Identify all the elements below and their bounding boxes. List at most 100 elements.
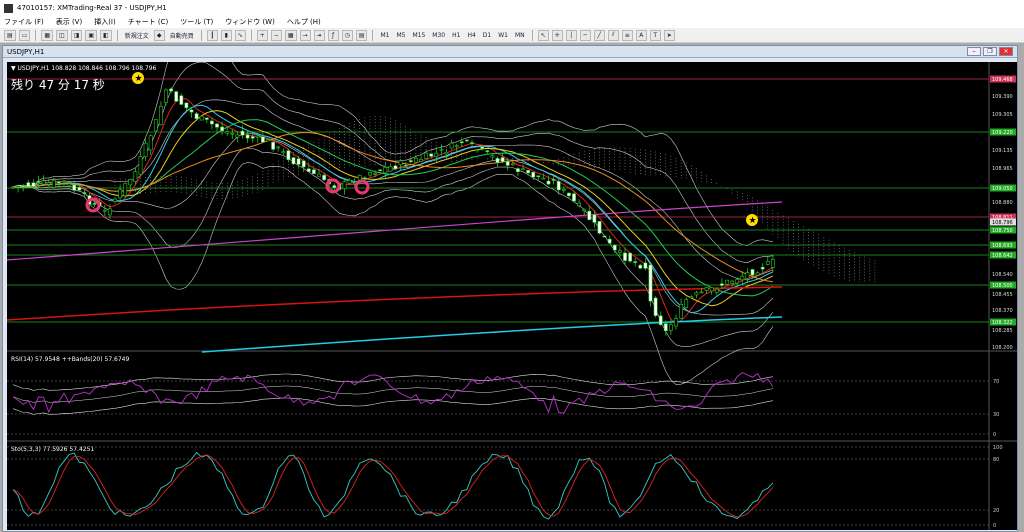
candle-body — [663, 323, 668, 332]
menu-help[interactable]: ヘルプ (H) — [287, 17, 321, 27]
tf-m15[interactable]: M15 — [410, 30, 427, 41]
menu-bar: ファイル (F) 表示 (V) 挿入(I) チャート (C) ツール (T) ウ… — [0, 16, 1024, 28]
candle-body — [674, 318, 678, 327]
cursor-icon[interactable]: ↖ — [537, 29, 549, 41]
candle-body — [480, 146, 485, 149]
tf-m5[interactable]: M5 — [394, 30, 407, 41]
candle-body — [77, 186, 82, 191]
menu-chart[interactable]: チャート (C) — [128, 17, 169, 27]
arrows-icon[interactable]: ➤ — [663, 29, 675, 41]
candle-body — [210, 120, 214, 125]
candle-body — [16, 185, 21, 188]
candle-body — [266, 139, 270, 142]
candle-body — [235, 134, 240, 138]
price-tick: 108.540 — [992, 272, 1013, 278]
tf-m1[interactable]: M1 — [378, 30, 391, 41]
crosshair-icon[interactable]: ✛ — [551, 29, 563, 41]
auto-trade-button[interactable]: 自動売買 — [168, 30, 196, 41]
restore-button[interactable]: ❐ — [983, 47, 997, 56]
candle-body — [174, 91, 179, 102]
toolbar: ▤ ▭ ▦ ◫ ◨ ▣ ◧ 新規注文 ◆ 自動売買 ┃ ▮ ∿ + − ▦ → … — [0, 28, 1024, 43]
text-label-icon[interactable]: T — [649, 29, 661, 41]
stoch-tick: 100 — [993, 445, 1003, 451]
candle-body — [230, 132, 235, 135]
candle-body — [373, 173, 378, 175]
profiles-icon[interactable]: ▭ — [18, 29, 31, 41]
tester-icon[interactable]: ◧ — [100, 29, 112, 41]
metaeditor-icon[interactable]: ◆ — [153, 29, 165, 41]
chart-area[interactable]: ★ ★ ▼ USDJPY,H1 108.828 108.846 108.796 1… — [6, 20, 1017, 530]
tf-w1[interactable]: W1 — [496, 30, 510, 41]
tf-h4[interactable]: H4 — [465, 30, 477, 41]
candle-body — [189, 109, 194, 113]
candle-body — [184, 102, 189, 109]
fibonacci-icon[interactable]: ≡ — [621, 29, 633, 41]
candle-body — [730, 280, 735, 284]
candle-body — [475, 149, 480, 152]
candle-body — [551, 179, 556, 181]
chart-window-title: USDJPY,H1 — [7, 47, 45, 56]
stoch-tick: 0 — [993, 523, 996, 529]
text-icon[interactable]: A — [635, 29, 647, 41]
autoscroll-icon[interactable]: → — [299, 29, 311, 41]
templates-icon[interactable]: ▤ — [355, 29, 368, 41]
candle-body — [123, 183, 128, 196]
bar-chart-icon[interactable]: ┃ — [206, 29, 218, 41]
candle-body — [424, 152, 429, 159]
minimize-button[interactable]: – — [967, 47, 981, 56]
period-icon[interactable]: ◷ — [341, 29, 353, 41]
price-tag-label: 108.500 — [992, 283, 1013, 289]
tf-m30[interactable]: M30 — [430, 30, 447, 41]
candle-body — [439, 149, 444, 151]
chart-window: USDJPY,H1 – ❐ ✕ ★ ★ ▼ USDJPY,H1 108.828 1… — [2, 20, 1018, 532]
rsi-tick: 70 — [993, 379, 999, 385]
menu-insert[interactable]: 挿入(I) — [94, 17, 116, 27]
star-icon: ★ — [135, 74, 143, 84]
horizontal-line-icon[interactable]: ─ — [579, 29, 591, 41]
tf-mn[interactable]: MN — [513, 30, 527, 41]
zoom-in-icon[interactable]: + — [256, 29, 268, 41]
menu-file[interactable]: ファイル (F) — [4, 17, 44, 27]
tf-d1[interactable]: D1 — [481, 30, 493, 41]
candle-body — [566, 192, 571, 197]
candle-body — [311, 169, 316, 175]
candle-chart-icon[interactable]: ▮ — [220, 29, 232, 41]
chart-canvas[interactable]: ★ ★ ▼ USDJPY,H1 108.828 108.846 108.796 1… — [6, 20, 1017, 530]
window-title: 47010157: XMTrading-Real 37 - USDJPY,H1 — [17, 4, 167, 12]
data-window-icon[interactable]: ◫ — [56, 29, 68, 41]
menu-tools[interactable]: ツール (T) — [180, 17, 213, 27]
line-chart-icon[interactable]: ∿ — [234, 29, 246, 41]
price-tick: 109.135 — [992, 148, 1013, 154]
menu-view[interactable]: 表示 (V) — [56, 17, 82, 27]
zoom-out-icon[interactable]: − — [270, 29, 282, 41]
vertical-line-icon[interactable]: │ — [565, 29, 577, 41]
rsi-tick: 0 — [993, 432, 996, 438]
chart-shift-icon[interactable]: ⇥ — [313, 29, 325, 41]
price-tag-label: 109.220 — [992, 130, 1013, 136]
candle-body — [317, 173, 321, 177]
candle-body — [281, 151, 286, 154]
candle-body — [225, 131, 230, 134]
tf-h1[interactable]: H1 — [450, 30, 462, 41]
candle-body — [398, 160, 403, 165]
candle-body — [383, 166, 388, 174]
close-button[interactable]: ✕ — [999, 47, 1013, 56]
price-tag-label: 108.642 — [992, 253, 1013, 259]
indicators-icon[interactable]: ƒ — [327, 29, 339, 41]
trendline-icon[interactable]: ╱ — [593, 29, 605, 41]
new-chart-icon[interactable]: ▤ — [4, 29, 16, 41]
price-tag-label: 108.796 — [992, 220, 1013, 226]
candle-body — [449, 142, 454, 149]
candle-body — [133, 171, 138, 182]
candle-body — [500, 157, 505, 163]
menu-window[interactable]: ウィンドウ (W) — [225, 17, 275, 27]
tile-icon[interactable]: ▦ — [284, 29, 297, 41]
market-watch-icon[interactable]: ▦ — [41, 29, 54, 41]
navigator-icon[interactable]: ◨ — [70, 29, 83, 41]
candle-body — [612, 244, 617, 251]
candle-body — [770, 259, 775, 268]
candle-body — [684, 299, 689, 308]
equidistant-channel-icon[interactable]: ⫽ — [607, 29, 619, 41]
new-order-button[interactable]: 新規注文 — [123, 30, 151, 41]
terminal-icon[interactable]: ▣ — [85, 29, 98, 41]
